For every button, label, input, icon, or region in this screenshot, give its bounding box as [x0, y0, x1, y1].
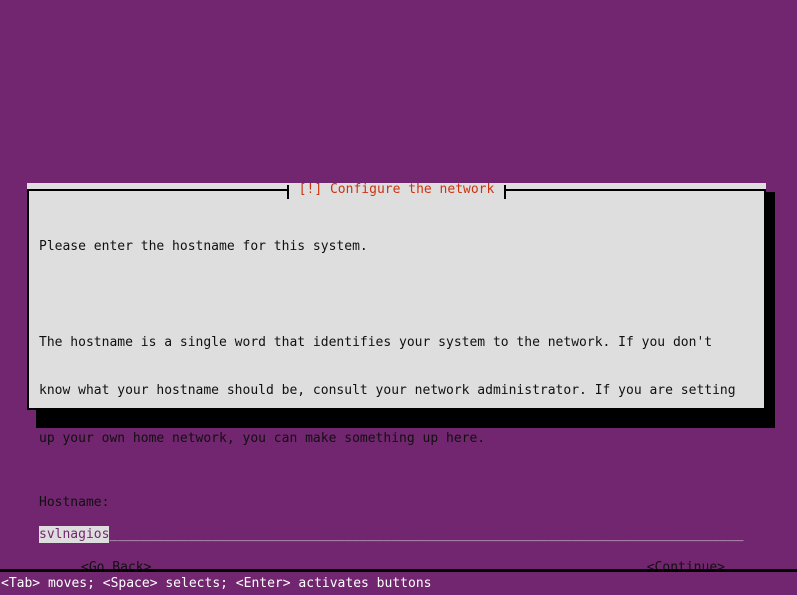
hostname-label: Hostname:	[39, 495, 110, 510]
hostname-input[interactable]: svlnagios _ ______________________________…	[39, 526, 753, 543]
intro-paragraph: Please enter the hostname for this syste…	[39, 207, 754, 287]
description-paragraph-line-3: up your own home network, you can make s…	[39, 431, 486, 446]
description-paragraph-line-1: The hostname is a single word that ident…	[39, 335, 713, 350]
status-bar: <Tab> moves; <Space> selects; <Enter> ac…	[0, 572, 797, 595]
installer-screen: [!] Configure the network Please enter t…	[0, 0, 797, 595]
hostname-input-fill: ________________________________________…	[117, 526, 753, 543]
hostname-input-cursor: _	[109, 526, 118, 543]
description-paragraph: The hostname is a single word that ident…	[39, 303, 754, 479]
intro-paragraph-line: Please enter the hostname for this syste…	[39, 239, 368, 254]
hostname-input-value[interactable]: svlnagios	[39, 526, 110, 543]
configure-network-dialog: [!] Configure the network Please enter t…	[27, 183, 767, 575]
description-paragraph-line-2: know what your hostname should be, consu…	[39, 383, 736, 398]
dialog-content: Please enter the hostname for this syste…	[39, 207, 754, 577]
